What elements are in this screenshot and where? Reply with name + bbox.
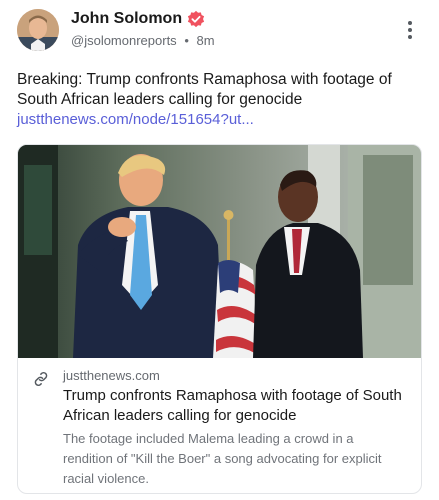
link-preview-card[interactable]: justthenews.com Trump confronts Ramaphos…	[17, 144, 422, 494]
post-meta: @jsolomonreports • 8m	[71, 33, 215, 48]
avatar-photo	[17, 9, 59, 51]
author-name-text: John Solomon	[71, 10, 183, 27]
author-handle[interactable]: @jsolomonreports	[71, 33, 177, 48]
menu-dot	[408, 35, 412, 39]
social-post: John Solomon @jsolomonreports • 8m Break…	[0, 0, 439, 500]
meta-separator: •	[184, 33, 189, 48]
post-time[interactable]: 8m	[197, 33, 215, 48]
article-photo	[18, 145, 421, 358]
more-vertical-icon[interactable]	[401, 18, 419, 42]
post-link[interactable]: justthenews.com/node/151654?ut...	[17, 111, 254, 128]
author-name[interactable]: John Solomon	[71, 10, 205, 28]
verified-badge-icon	[188, 10, 205, 28]
post-text: Breaking: Trump confronts Ramaphosa with…	[17, 71, 392, 108]
card-domain: justthenews.com	[63, 368, 160, 383]
link-icon	[34, 371, 48, 387]
card-description: The footage included Malema leading a cr…	[63, 431, 382, 486]
card-title[interactable]: Trump confronts Ramaphosa with footage o…	[63, 386, 408, 426]
menu-dot	[408, 28, 412, 32]
card-info: justthenews.com Trump confronts Ramaphos…	[18, 358, 421, 493]
menu-dot	[408, 21, 412, 25]
avatar[interactable]	[17, 9, 59, 51]
